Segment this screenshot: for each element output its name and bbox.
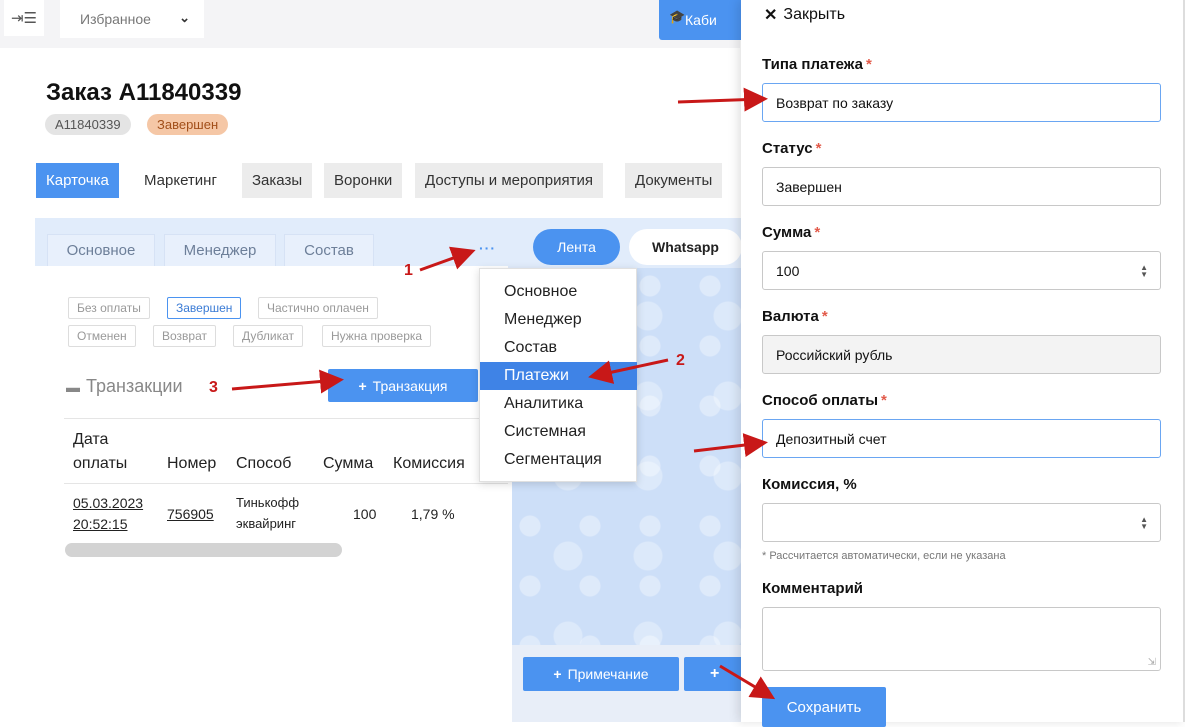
divider <box>64 483 508 484</box>
cabinet-button[interactable]: 🎓 Каби <box>659 0 741 40</box>
status-chip-active[interactable]: Завершен <box>167 297 242 319</box>
menu-item-analytics[interactable]: Аналитика <box>480 390 637 418</box>
subtab-main[interactable]: Основное <box>47 234 155 266</box>
transaction-date-link[interactable]: 05.03.2023 <box>73 495 143 511</box>
resize-handle-icon[interactable]: ⇲ <box>1148 657 1156 668</box>
column-header-date-line2: оплаты <box>73 455 128 472</box>
column-header-amount: Сумма <box>323 455 374 472</box>
close-button[interactable]: ✕ Закрыть <box>764 5 845 25</box>
annotation-number-1: 1 <box>404 262 413 279</box>
amount-label: Сумма * <box>762 224 821 241</box>
tab-whatsapp[interactable]: Whatsapp <box>629 229 742 265</box>
transaction-amount: 100 <box>353 506 377 522</box>
plus-icon: + <box>358 377 367 394</box>
tab-feed[interactable]: Лента <box>533 229 620 265</box>
column-header-commission: Комиссия <box>393 455 465 472</box>
annotation-arrow-3 <box>231 369 344 394</box>
amount-value: 100 <box>776 262 800 279</box>
column-header-number: Номер <box>167 455 217 472</box>
status-chip[interactable]: Частично оплачен <box>258 297 378 319</box>
status-badge: Завершен <box>147 114 229 135</box>
favorites-select[interactable]: Избранное ⌄ <box>60 0 204 38</box>
commission-hint: * Рассчитается автоматически, если не ук… <box>762 550 1006 562</box>
add-more-button[interactable]: + <box>684 657 741 691</box>
comment-textarea[interactable]: ⇲ <box>762 607 1161 671</box>
commission-label: Комиссия, % <box>762 476 857 493</box>
column-header-date: Дата <box>73 431 109 448</box>
payment-method-label: Способ оплаты * <box>762 392 887 409</box>
transaction-method: Тинькофф <box>236 495 300 510</box>
payment-method-select[interactable]: Депозитный счет <box>762 419 1161 458</box>
tab-card[interactable]: Карточка <box>36 163 119 198</box>
cabinet-label: Каби <box>685 12 717 28</box>
favorites-label: Избранное <box>80 11 151 27</box>
column-header-method: Способ <box>236 455 292 472</box>
transactions-title: Транзакции <box>86 376 183 396</box>
status-chip[interactable]: Отменен <box>68 325 136 347</box>
status-chip[interactable]: Без оплаты <box>68 297 150 319</box>
graduation-cap-icon: 🎓 <box>669 9 686 24</box>
add-note-button[interactable]: + Примечание <box>523 657 679 691</box>
tab-documents[interactable]: Документы <box>625 163 723 198</box>
comment-label: Комментарий <box>762 580 864 597</box>
add-transaction-button[interactable]: + Транзакция <box>328 369 478 402</box>
currency-label: Валюта * <box>762 308 828 325</box>
subtab-manager[interactable]: Менеджер <box>164 234 276 266</box>
payment-type-select[interactable]: Возврат по заказу <box>762 83 1161 122</box>
stepper-icon[interactable]: ▲ ▼ <box>1140 516 1148 531</box>
currency-field: Российский рубль <box>762 335 1161 374</box>
close-icon: ✕ <box>764 7 778 24</box>
status-chip[interactable]: Дубликат <box>233 325 303 347</box>
menu-item-main[interactable]: Основное <box>480 278 637 306</box>
indent-icon: ⇥☰ <box>10 10 37 27</box>
add-note-label: Примечание <box>567 666 649 682</box>
sidebar-toggle-button[interactable]: ⇥☰ <box>4 0 44 36</box>
commission-input[interactable]: ▲ ▼ <box>762 503 1161 542</box>
transaction-method-line2: эквайринг <box>236 516 296 531</box>
plus-icon: + <box>553 666 562 682</box>
transactions-heading: ▬ Транзакции <box>66 376 183 397</box>
more-tabs-icon[interactable]: ··· <box>479 240 496 256</box>
transaction-time-link[interactable]: 20:52:15 <box>73 516 128 532</box>
horizontal-scrollbar[interactable] <box>65 543 342 557</box>
transaction-commission: 1,79 % <box>411 506 455 522</box>
tab-funnels[interactable]: Воронки <box>324 163 403 198</box>
annotation-number-3: 3 <box>209 379 218 396</box>
status-label: Статус * <box>762 140 822 157</box>
divider <box>64 418 508 419</box>
menu-item-segmentation[interactable]: Сегментация <box>480 446 637 474</box>
add-transaction-label: Транзакция <box>372 377 448 394</box>
amount-input[interactable]: 100 ▲ ▼ <box>762 251 1161 290</box>
transaction-number-link[interactable]: 756905 <box>167 506 214 522</box>
tab-marketing[interactable]: Маркетинг <box>134 163 227 198</box>
tab-access-events[interactable]: Доступы и мероприятия <box>415 163 604 198</box>
status-chip[interactable]: Возврат <box>153 325 216 347</box>
money-icon: ▬ <box>66 378 80 395</box>
stepper-icon[interactable]: ▲ ▼ <box>1140 264 1148 279</box>
menu-item-manager[interactable]: Менеджер <box>480 306 637 334</box>
close-label: Закрыть <box>783 6 846 23</box>
plus-icon: + <box>710 665 720 682</box>
status-chip[interactable]: Нужна проверка <box>322 325 432 347</box>
tab-orders[interactable]: Заказы <box>242 163 313 198</box>
subtab-composition[interactable]: Состав <box>284 234 374 266</box>
order-id-badge: A11840339 <box>45 114 131 135</box>
payment-type-label: Типа платежа * <box>762 56 872 73</box>
annotation-number-2: 2 <box>676 352 685 369</box>
tabs-dropdown-menu: Основное Менеджер Состав Платежи Аналити… <box>479 268 637 482</box>
page-title: Заказ A11840339 <box>46 79 242 106</box>
chevron-down-icon: ⌄ <box>179 10 190 25</box>
status-select[interactable]: Завершен <box>762 167 1161 206</box>
save-button[interactable]: Сохранить <box>762 687 886 727</box>
menu-item-composition[interactable]: Состав <box>480 334 637 362</box>
menu-item-payments[interactable]: Платежи <box>480 362 637 390</box>
menu-item-system[interactable]: Системная <box>480 418 637 446</box>
